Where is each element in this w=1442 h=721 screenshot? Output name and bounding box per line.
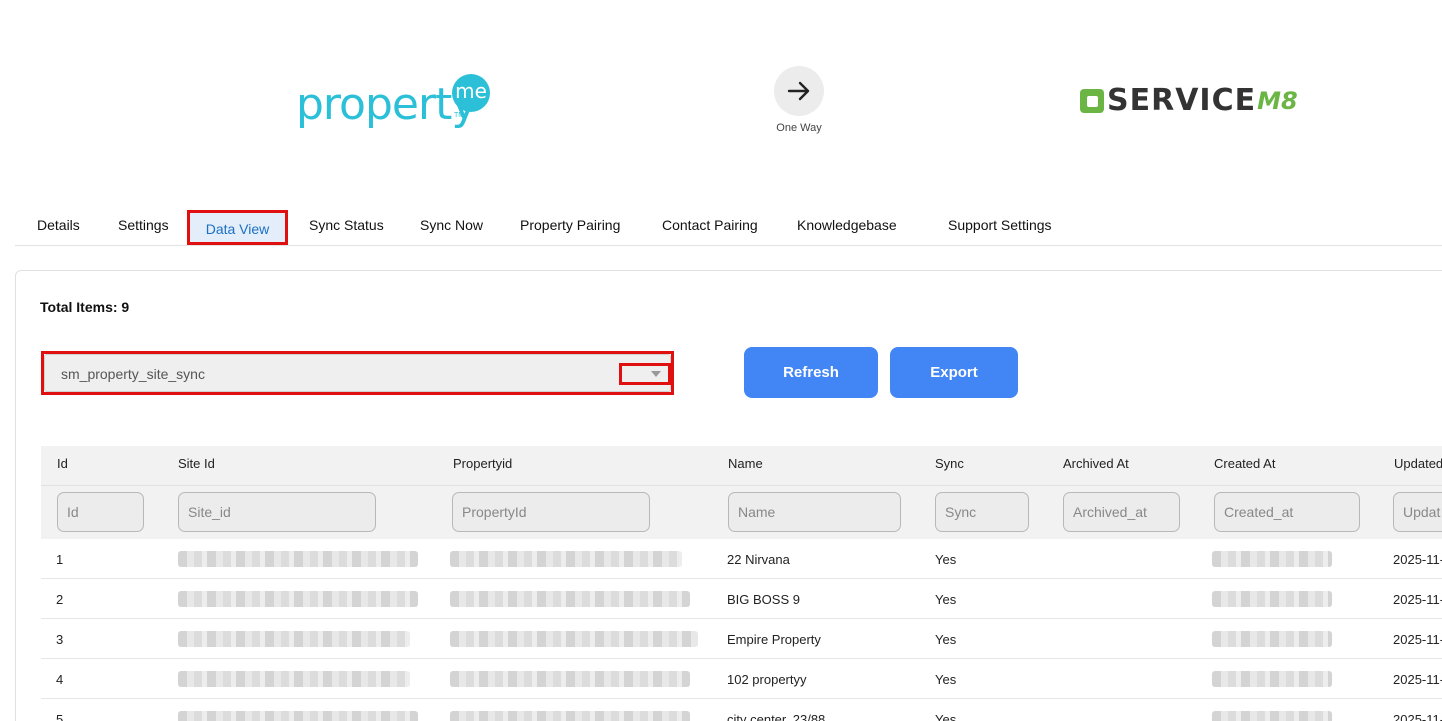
cell-sync: Yes bbox=[935, 712, 957, 721]
servicem8-logo-suffix: M8 bbox=[1257, 87, 1298, 115]
total-items: Total Items: 9 bbox=[40, 299, 130, 315]
cell-name: Empire Property bbox=[727, 632, 821, 647]
filter-updated-input[interactable]: Updat bbox=[1393, 492, 1442, 532]
cell-sync: Yes bbox=[935, 592, 957, 607]
cell-name: BIG BOSS 9 bbox=[727, 592, 800, 607]
cell-updated: 2025-11- bbox=[1393, 632, 1442, 647]
tab-details[interactable]: Details bbox=[37, 206, 80, 245]
refresh-button[interactable]: Refresh bbox=[744, 347, 878, 398]
cell-propertyid-redacted bbox=[450, 551, 682, 567]
propertyme-logo-tm: TM bbox=[454, 112, 465, 119]
column-header-propertyid[interactable]: Propertyid bbox=[453, 456, 512, 471]
table-select-dropdown-toggle[interactable] bbox=[619, 363, 671, 385]
column-header-updated[interactable]: Updated bbox=[1394, 456, 1442, 471]
servicem8-logo-text: SERVICE bbox=[1107, 83, 1257, 118]
tab-data-view[interactable]: Data View bbox=[187, 210, 288, 245]
header-divider bbox=[41, 485, 1442, 486]
column-header-archived-at[interactable]: Archived At bbox=[1063, 456, 1129, 471]
cell-site-id-redacted bbox=[178, 631, 410, 647]
cell-updated: 2025-11- bbox=[1393, 552, 1442, 567]
table-header: Id Site Id Propertyid Name Sync Archived… bbox=[41, 446, 1442, 539]
tab-sync-status[interactable]: Sync Status bbox=[309, 206, 384, 245]
filter-sync-input[interactable]: Sync bbox=[935, 492, 1029, 532]
sync-direction: One Way bbox=[773, 66, 825, 134]
tab-bar: Details Settings Data View Sync Status S… bbox=[15, 206, 1442, 246]
cell-id: 4 bbox=[56, 672, 64, 687]
column-header-name[interactable]: Name bbox=[728, 456, 763, 471]
filter-name-input[interactable]: Name bbox=[728, 492, 901, 532]
cell-propertyid-redacted bbox=[450, 671, 690, 687]
tab-contact-pairing[interactable]: Contact Pairing bbox=[662, 206, 758, 245]
column-header-id[interactable]: Id bbox=[57, 456, 68, 471]
cell-created-at-redacted bbox=[1212, 711, 1332, 721]
servicem8-logo: SERVICE M8 bbox=[1080, 84, 1298, 118]
tab-support-settings[interactable]: Support Settings bbox=[948, 206, 1052, 245]
propertyme-logo-badge: me bbox=[452, 74, 490, 112]
tab-property-pairing[interactable]: Property Pairing bbox=[520, 206, 620, 245]
table-row[interactable]: 5 city center, 23/88 Yes 2025-11- bbox=[41, 699, 1442, 721]
cell-propertyid-redacted bbox=[450, 631, 698, 647]
filter-site-id-input[interactable]: Site_id bbox=[178, 492, 376, 532]
export-button[interactable]: Export bbox=[890, 347, 1018, 398]
chevron-down-icon bbox=[651, 371, 661, 377]
cell-site-id-redacted bbox=[178, 551, 418, 567]
tab-sync-now[interactable]: Sync Now bbox=[420, 206, 483, 245]
filter-created-at-input[interactable]: Created_at bbox=[1214, 492, 1360, 532]
cell-id: 5 bbox=[56, 712, 64, 721]
cell-updated: 2025-11- bbox=[1393, 712, 1442, 721]
table-select-value: sm_property_site_sync bbox=[61, 366, 205, 382]
arrow-right-icon bbox=[774, 66, 824, 116]
cell-name: city center, 23/88 bbox=[727, 712, 826, 721]
cell-sync: Yes bbox=[935, 552, 957, 567]
tab-knowledgebase[interactable]: Knowledgebase bbox=[797, 206, 897, 245]
cell-id: 1 bbox=[56, 552, 64, 567]
tab-settings[interactable]: Settings bbox=[118, 206, 169, 245]
propertyme-logo-text: property bbox=[296, 79, 477, 130]
sync-direction-label: One Way bbox=[776, 122, 822, 134]
cell-propertyid-redacted bbox=[450, 591, 690, 607]
table-select[interactable]: sm_property_site_sync bbox=[41, 351, 674, 395]
cell-propertyid-redacted bbox=[450, 711, 690, 721]
table-row[interactable]: 1 22 Nirvana Yes 2025-11- bbox=[41, 539, 1442, 579]
cell-created-at-redacted bbox=[1212, 671, 1332, 687]
table-select-field[interactable]: sm_property_site_sync bbox=[44, 354, 671, 392]
column-header-sync[interactable]: Sync bbox=[935, 456, 964, 471]
cell-created-at-redacted bbox=[1212, 631, 1332, 647]
cell-name: 102 propertyy bbox=[727, 672, 807, 687]
propertyme-logo: property me TM bbox=[296, 74, 496, 134]
table-row[interactable]: 4 102 propertyy Yes 2025-11- bbox=[41, 659, 1442, 699]
cell-id: 2 bbox=[56, 592, 64, 607]
cell-updated: 2025-11- bbox=[1393, 592, 1442, 607]
cell-name: 22 Nirvana bbox=[727, 552, 790, 567]
cell-site-id-redacted bbox=[178, 711, 418, 721]
cell-updated: 2025-11- bbox=[1393, 672, 1442, 687]
servicem8-mark-icon bbox=[1080, 89, 1104, 113]
cell-id: 3 bbox=[56, 632, 64, 647]
cell-site-id-redacted bbox=[178, 671, 410, 687]
cell-sync: Yes bbox=[935, 672, 957, 687]
cell-site-id-redacted bbox=[178, 591, 418, 607]
cell-sync: Yes bbox=[935, 632, 957, 647]
filter-id-input[interactable]: Id bbox=[57, 492, 144, 532]
filter-propertyid-input[interactable]: PropertyId bbox=[452, 492, 650, 532]
filter-archived-at-input[interactable]: Archived_at bbox=[1063, 492, 1180, 532]
column-header-created-at[interactable]: Created At bbox=[1214, 456, 1275, 471]
cell-created-at-redacted bbox=[1212, 591, 1332, 607]
table-row[interactable]: 2 BIG BOSS 9 Yes 2025-11- bbox=[41, 579, 1442, 619]
column-header-site-id[interactable]: Site Id bbox=[178, 456, 215, 471]
table-row[interactable]: 3 Empire Property Yes 2025-11- bbox=[41, 619, 1442, 659]
cell-created-at-redacted bbox=[1212, 551, 1332, 567]
